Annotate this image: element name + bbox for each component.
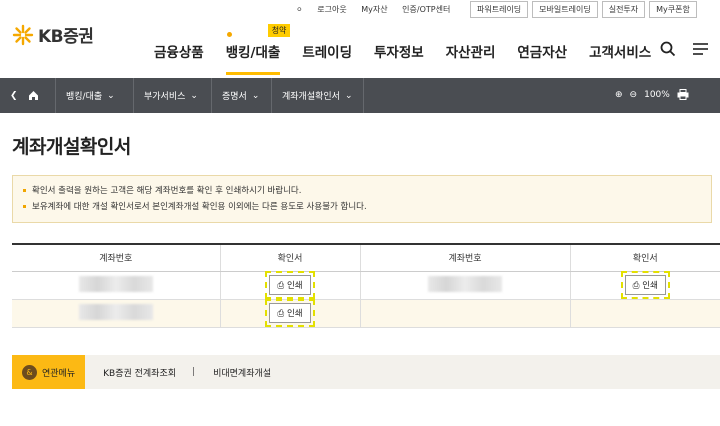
notice-box: 확인서 출력을 원하는 고객은 해당 계좌번호를 확인 후 인쇄하시기 바랍니다… — [12, 175, 712, 223]
utility-bar: ⚪ 로그아웃 My자산 인증/OTP센터 파워트레이딩 모바일트레이딩 실전투자… — [0, 0, 720, 18]
utility-buttons: 파워트레이딩 모바일트레이딩 실전투자 My쿠폰함 — [470, 1, 697, 18]
logout-link[interactable]: 로그아웃 — [317, 5, 346, 14]
notice-line: 확인서 출력을 원하는 고객은 해당 계좌번호를 확인 후 인쇄하시기 바랍니다… — [23, 183, 701, 199]
logo-text: KB증권 — [38, 27, 94, 47]
crumb-extra-service-label: 부가서비스 — [144, 92, 186, 102]
crumb-account-confirm[interactable]: 계좌개설확인서 ⌄ — [272, 78, 364, 113]
certificate-cell: ⎙ 인쇄 — [569, 271, 720, 300]
table-header-row: 계좌번호 확인서 계좌번호 확인서 — [12, 243, 720, 272]
col-account-number-2: 계좌번호 — [359, 243, 570, 272]
global-nav: 금융상품 청약 뱅킹/대출 트레이딩 투자정보 자산관리 연금자산 고객서비스 — [154, 24, 673, 75]
chevron-down-icon: ⌄ — [107, 90, 115, 101]
certificate-cell: ⎙ 인쇄 — [219, 299, 360, 328]
crumb-banking[interactable]: 뱅킹/대출 ⌄ — [56, 78, 134, 113]
account-number-cell — [359, 299, 570, 328]
crumb-certificate-label: 증명서 — [222, 92, 247, 102]
back-icon[interactable]: ❮ — [10, 91, 18, 101]
separator: | — [192, 367, 196, 377]
active-dot-icon — [226, 32, 232, 37]
search-icon[interactable] — [660, 41, 676, 57]
nav-item-banking[interactable]: 청약 뱅킹/대출 — [225, 24, 291, 75]
table-row: ⎙ 인쇄 ⎙ 인쇄 — [12, 271, 720, 300]
home-icon[interactable] — [28, 90, 39, 101]
chevron-down-icon: ⌄ — [251, 90, 260, 101]
link-icon: & — [22, 364, 37, 380]
chevron-down-icon: ⌄ — [190, 90, 198, 101]
notice-text-2: 보유계좌에 대한 개설 확인서로서 본인계좌개설 확인용 이외에는 다른 용도로… — [32, 202, 367, 212]
crumb-certificate[interactable]: 증명서 ⌄ — [212, 78, 272, 113]
path-home-group: ❮ — [0, 78, 56, 113]
menu-icon[interactable] — [692, 41, 709, 57]
certificate-cell — [569, 299, 720, 328]
masked-account-number — [78, 275, 153, 292]
nav-item-trading[interactable]: 트레이딩 — [302, 41, 352, 75]
location-bar: ❮ 뱅킹/대출 ⌄ 부가서비스 ⌄ 증명서 ⌄ 계좌개설확인서 ⌄ ⊕ ⊖ 10… — [0, 78, 720, 113]
nav-item-customer-service[interactable]: 고객서비스 — [589, 41, 651, 75]
print-button-label: 인쇄 — [642, 281, 658, 291]
kb-star-icon — [12, 24, 34, 45]
notice-text-1: 확인서 출력을 원하는 고객은 해당 계좌번호를 확인 후 인쇄하시기 바랍니다… — [32, 186, 302, 196]
nav-item-pension[interactable]: 연금자산 — [517, 41, 567, 75]
mobile-trading-button[interactable]: 모바일트레이딩 — [532, 1, 598, 18]
notice-line: 보유계좌에 대한 개설 확인서로서 본인계좌개설 확인용 이외에는 다른 용도로… — [23, 199, 701, 215]
bullet-icon — [23, 189, 26, 192]
user-icon[interactable]: ⚪ — [296, 5, 303, 14]
nav-item-financial-products[interactable]: 금융상품 — [154, 41, 204, 75]
related-menu: & 연관메뉴 KB증권 전계좌조회 | 비대면계좌개설 — [12, 355, 720, 389]
my-coupon-button[interactable]: My쿠폰함 — [649, 1, 697, 18]
utility-links: ⚪ 로그아웃 My자산 인증/OTP센터 — [296, 4, 462, 15]
masked-account-number — [428, 275, 502, 292]
crumb-extra-service[interactable]: 부가서비스 ⌄ — [134, 78, 212, 113]
related-menu-tag: & 연관메뉴 — [12, 355, 86, 389]
print-button[interactable]: ⎙ 인쇄 — [620, 271, 670, 299]
col-certificate-2: 확인서 — [569, 243, 720, 272]
account-number-cell — [12, 271, 220, 300]
subscription-badge: 청약 — [267, 24, 291, 37]
power-trading-button[interactable]: 파워트레이딩 — [470, 1, 529, 18]
account-number-cell — [12, 299, 220, 328]
table-row: ⎙ 인쇄 — [12, 299, 720, 328]
chevron-down-icon: ⌄ — [344, 90, 353, 101]
page-title: 계좌개설확인서 — [12, 136, 131, 158]
bullet-icon — [23, 205, 26, 208]
account-table: 계좌번호 확인서 계좌번호 확인서 ⎙ 인쇄 ⎙ 인쇄 ⎙ 인쇄 — [12, 243, 720, 328]
print-button-label: 인쇄 — [286, 281, 303, 291]
certificate-cell: ⎙ 인쇄 — [219, 271, 360, 300]
print-button[interactable]: ⎙ 인쇄 — [265, 271, 315, 299]
otp-center-link[interactable]: 인증/OTP센터 — [402, 5, 450, 14]
zoom-out-icon[interactable]: ⊖ — [630, 90, 638, 100]
zoom-level: 100% — [644, 89, 670, 100]
nav-item-invest-info[interactable]: 투자정보 — [374, 41, 424, 75]
crumb-account-confirm-label: 계좌개설확인서 — [282, 92, 340, 102]
print-button-label: 인쇄 — [286, 309, 303, 319]
my-assets-link[interactable]: My자산 — [361, 5, 387, 14]
logo[interactable]: KB증권 — [12, 22, 94, 47]
col-certificate: 확인서 — [219, 243, 360, 272]
account-number-cell — [359, 271, 570, 300]
zoom-in-icon[interactable]: ⊕ — [615, 90, 623, 100]
nav-item-banking-label: 뱅킹/대출 — [225, 45, 281, 61]
zoom-controls: ⊕ ⊖ 100% — [615, 89, 689, 100]
related-menu-label: 연관메뉴 — [42, 368, 76, 379]
real-invest-button[interactable]: 실전투자 — [601, 1, 646, 18]
nav-item-asset-mgmt[interactable]: 자산관리 — [446, 41, 496, 75]
print-button[interactable]: ⎙ 인쇄 — [265, 299, 315, 327]
masked-account-number — [78, 303, 153, 320]
crumb-banking-label: 뱅킹/대출 — [66, 92, 103, 102]
non-face-account-link[interactable]: 비대면계좌개설 — [213, 366, 271, 379]
col-account-number: 계좌번호 — [12, 243, 220, 272]
print-icon[interactable] — [677, 89, 689, 100]
all-accounts-link[interactable]: KB증권 전계좌조회 — [103, 366, 176, 379]
header-icons — [660, 41, 709, 57]
